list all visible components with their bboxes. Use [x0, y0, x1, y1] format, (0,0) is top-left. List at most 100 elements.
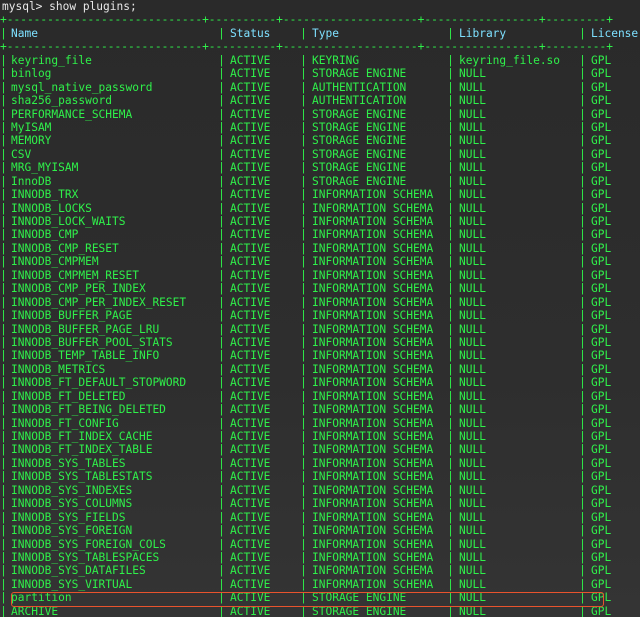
cell-library: NULL	[459, 228, 486, 242]
column-divider: |	[218, 268, 225, 282]
table-row: | INNODB_FT_BEING_DELETED | ACTIVE | INFORMAT…	[0, 403, 640, 416]
cell-library: NULL	[459, 362, 486, 376]
column-divider: |	[0, 376, 7, 390]
terminal-window[interactable]: mysql> show plugins; +------------------…	[0, 0, 640, 617]
cell-license: GPL	[591, 577, 612, 591]
cell-status: ACTIVE	[230, 268, 271, 282]
column-divider: |	[447, 403, 454, 417]
column-divider: |	[0, 564, 7, 578]
cell-name: INNODB_FT_CONFIG	[11, 416, 119, 430]
cell-license: GPL	[591, 94, 612, 108]
cell-status: ACTIVE	[230, 80, 271, 94]
table-header-row: | Name | Status | Type | Library | Licen…	[0, 27, 640, 40]
cell-library: NULL	[459, 309, 486, 323]
column-divider: |	[218, 430, 225, 443]
column-divider: |	[579, 456, 586, 470]
cell-license: GPL	[591, 295, 612, 309]
column-divider: |	[218, 309, 225, 323]
cell-name: INNODB_LOCKS	[11, 201, 92, 215]
column-divider: |	[0, 67, 7, 81]
header-library: Library	[459, 26, 507, 40]
column-divider: |	[0, 456, 7, 470]
column-divider: |	[300, 550, 307, 564]
cell-type: INFORMATION SCHEMA	[312, 215, 434, 228]
column-divider: |	[0, 255, 7, 269]
cell-library: NULL	[459, 577, 486, 591]
cell-type: AUTHENTICATION	[312, 80, 407, 94]
table-row: |MyISAM|ACTIVE|STORAGE ENGINE|NULL|GPL|	[0, 121, 640, 134]
column-divider: |	[0, 470, 7, 484]
cell-name: INNODB_SYS_FOREIGN	[11, 524, 133, 538]
column-divider: |	[447, 577, 454, 591]
column-divider: |	[300, 255, 307, 269]
column-divider: |	[300, 577, 307, 591]
cell-library: NULL	[459, 107, 486, 121]
column-divider: |	[300, 591, 307, 605]
column-divider: |	[218, 147, 225, 161]
column-divider: |	[218, 550, 225, 564]
column-divider: |	[447, 389, 454, 403]
column-divider: |	[447, 309, 454, 323]
column-divider: |	[447, 282, 454, 296]
cell-status: ACTIVE	[230, 389, 271, 403]
column-divider: |	[300, 120, 307, 134]
cell-name: PERFORMANCE_SCHEMA	[11, 107, 133, 121]
table-row: | INNODB_FT_INDEX_CACHE | ACTIVE | INFORMATIO…	[0, 430, 640, 443]
column-divider: |	[218, 443, 225, 457]
cell-license: GPL	[591, 80, 612, 94]
column-divider: |	[579, 161, 586, 175]
column-divider: |	[579, 604, 586, 617]
column-divider: |	[300, 201, 307, 215]
cell-name: INNODB_BUFFER_PAGE	[11, 309, 133, 323]
cell-license: GPL	[591, 483, 612, 497]
table-row: | INNODB_FT_DEFAULT_STOPWORD | ACTIVE | INFOR…	[0, 376, 640, 389]
table-row: |ARCHIVE|ACTIVE|STORAGE ENGINE|NULL|GPL|	[0, 605, 640, 617]
column-divider: |	[0, 362, 7, 376]
column-divider: |	[447, 470, 454, 484]
column-divider: |	[579, 255, 586, 269]
column-divider: |	[447, 120, 454, 134]
column-divider: |	[0, 215, 7, 228]
cell-status: ACTIVE	[230, 134, 271, 148]
column-divider: |	[579, 376, 586, 390]
column-divider: |	[218, 416, 225, 430]
column-divider: |	[447, 604, 454, 617]
column-divider: |	[300, 537, 307, 551]
table-row: | MRG_MYISAM | ACTIVE | STORAGE ENGINE | NULL | G…	[0, 161, 640, 174]
cell-type: INFORMATION SCHEMA	[312, 550, 434, 564]
table-row: | INNODB_SYS_FOREIGN | ACTIVE | INFORMATION S…	[0, 524, 640, 537]
column-divider: |	[0, 174, 7, 188]
cell-name: MEMORY	[11, 134, 52, 148]
cell-license: GPL	[591, 456, 612, 470]
cell-library: NULL	[459, 403, 486, 417]
column-divider: |	[0, 550, 7, 564]
column-divider: |	[218, 362, 225, 376]
column-divider: |	[447, 430, 454, 443]
header-name: Name	[11, 26, 38, 40]
cell-type: INFORMATION SCHEMA	[312, 497, 434, 511]
column-divider: |	[579, 134, 586, 148]
cell-library: NULL	[459, 564, 486, 578]
column-divider: |	[579, 443, 586, 457]
table-row: | INNODB_SYS_TABLESPACES | ACTIVE | INFORMATI…	[0, 551, 640, 564]
cell-status: ACTIVE	[230, 201, 271, 215]
cell-status: ACTIVE	[230, 335, 271, 349]
column-divider: |	[218, 228, 225, 242]
column-divider: |	[218, 564, 225, 578]
cell-license: GPL	[591, 430, 612, 443]
table-row: | INNODB_METRICS | ACTIVE | INFORMATION SCHEM…	[0, 363, 640, 376]
table-border-top: +-----------------------------+---------…	[0, 13, 613, 27]
cell-library: NULL	[459, 537, 486, 551]
column-divider: |	[447, 94, 454, 108]
table-row: | INNODB_TRX | ACTIVE | INFORMATION SCHEMA | NU…	[0, 188, 640, 201]
column-divider: |	[218, 107, 225, 121]
cell-library: NULL	[459, 241, 486, 255]
cell-license: GPL	[591, 470, 612, 484]
cell-license: GPL	[591, 389, 612, 403]
column-divider: |	[218, 120, 225, 134]
column-divider: |	[218, 295, 225, 309]
column-divider: |	[300, 94, 307, 108]
cell-library: NULL	[459, 483, 486, 497]
table-row: | sha256_password | ACTIVE | AUTHENTICATION | N…	[0, 94, 640, 107]
cell-name: MRG_MYISAM	[11, 161, 79, 175]
